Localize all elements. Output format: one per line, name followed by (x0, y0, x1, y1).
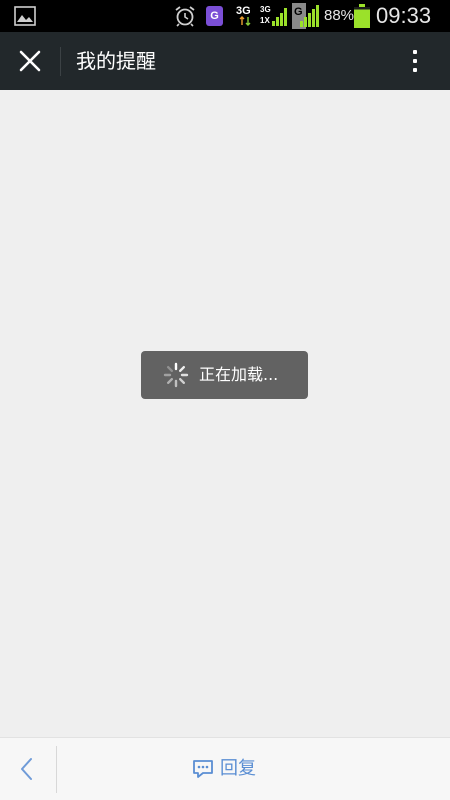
app-notification-icon: G (206, 6, 223, 26)
alarm-icon (175, 6, 195, 27)
status-bar: G 3G 3G 1X G 88% 09:33 (0, 0, 450, 32)
webview-content (0, 90, 450, 737)
reply-button[interactable]: 回复 (180, 750, 280, 788)
status-clock: 09:33 (376, 3, 432, 28)
title-bar: 我的提醒 (0, 32, 450, 90)
network-3g-1x-icon: 3G 1X (260, 5, 287, 26)
svg-text:G: G (294, 6, 303, 18)
signal-g-icon: G (292, 3, 319, 29)
svg-text:1X: 1X (260, 16, 270, 25)
more-options-button[interactable] (396, 37, 434, 85)
loading-toast: 正在加载... (141, 351, 308, 399)
title-divider (60, 47, 61, 76)
bottom-bar: 回复 (0, 737, 450, 800)
loading-text: 正在加载... (199, 365, 279, 384)
battery-icon (354, 4, 370, 28)
gallery-icon (14, 6, 36, 26)
battery-percentage: 88% (324, 7, 355, 24)
bottom-divider (56, 746, 57, 793)
comment-bubble-icon (193, 760, 213, 778)
back-button[interactable] (0, 738, 56, 800)
close-icon (19, 50, 41, 72)
page-title: 我的提醒 (76, 49, 156, 73)
chevron-left-icon (21, 758, 32, 780)
screen: G 3G 3G 1X G 88% 09:33 我的提醒 正在加载... 回复 (0, 0, 450, 800)
network-3g-icon: 3G (236, 5, 251, 26)
spinner-icon (163, 362, 189, 388)
close-button[interactable] (6, 37, 54, 85)
svg-text:3G: 3G (260, 5, 271, 14)
reply-label: 回复 (220, 758, 256, 779)
svg-text:3G: 3G (236, 5, 251, 17)
